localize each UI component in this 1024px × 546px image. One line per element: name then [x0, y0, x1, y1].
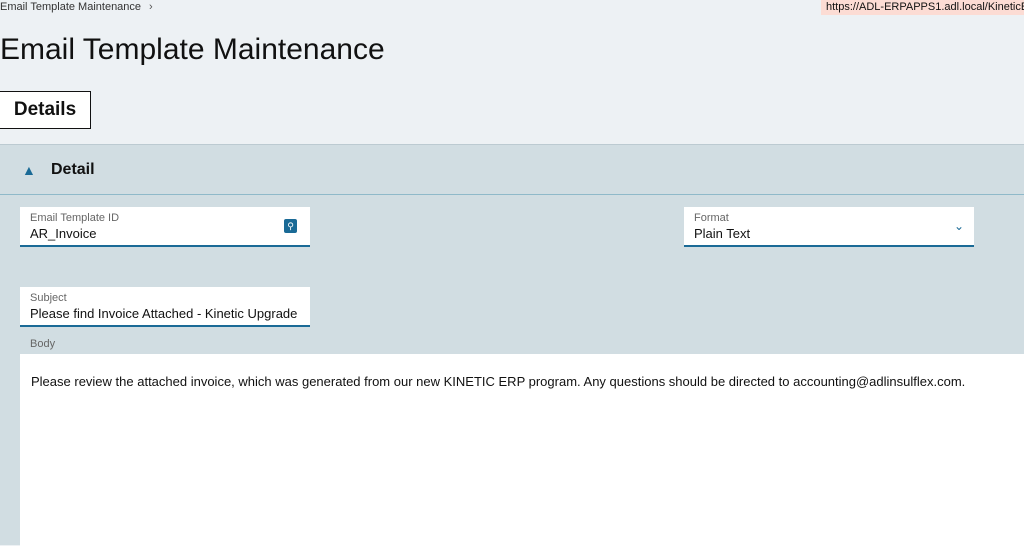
body-label: Body: [30, 338, 56, 350]
breadcrumb: Email Template Maintenance ›: [0, 1, 153, 13]
panel-title: Detail: [51, 160, 95, 178]
field-label: Subject: [30, 292, 67, 304]
field-value[interactable]: Please find Invoice Attached - Kinetic U…: [30, 306, 300, 321]
tab-details[interactable]: Details: [0, 91, 91, 129]
detail-panel: ▲ Detail Email Template ID AR_Invoice ⚲ …: [0, 144, 1024, 546]
subject-field[interactable]: Subject Please find Invoice Attached - K…: [20, 287, 310, 327]
breadcrumb-item[interactable]: Email Template Maintenance: [0, 1, 141, 13]
chevron-up-icon[interactable]: ▲: [22, 162, 36, 178]
search-icon[interactable]: ⚲: [284, 219, 297, 233]
field-value[interactable]: Plain Text: [694, 226, 964, 241]
breadcrumb-separator: ›: [149, 1, 153, 13]
field-label: Email Template ID: [30, 212, 120, 224]
field-value[interactable]: AR_Invoice: [30, 226, 300, 241]
chevron-down-icon[interactable]: ⌄: [954, 219, 964, 233]
email-template-id-field[interactable]: Email Template ID AR_Invoice ⚲: [20, 207, 310, 247]
url-label: https://ADL-ERPAPPS1.adl.local/KineticER…: [821, 0, 1024, 15]
page-title: Email Template Maintenance: [0, 33, 385, 66]
field-label: Format: [694, 212, 729, 224]
format-select[interactable]: Format Plain Text ⌄: [684, 207, 974, 247]
detail-panel-header[interactable]: ▲ Detail: [0, 145, 1024, 195]
body-textarea[interactable]: Please review the attached invoice, whic…: [20, 354, 1024, 546]
